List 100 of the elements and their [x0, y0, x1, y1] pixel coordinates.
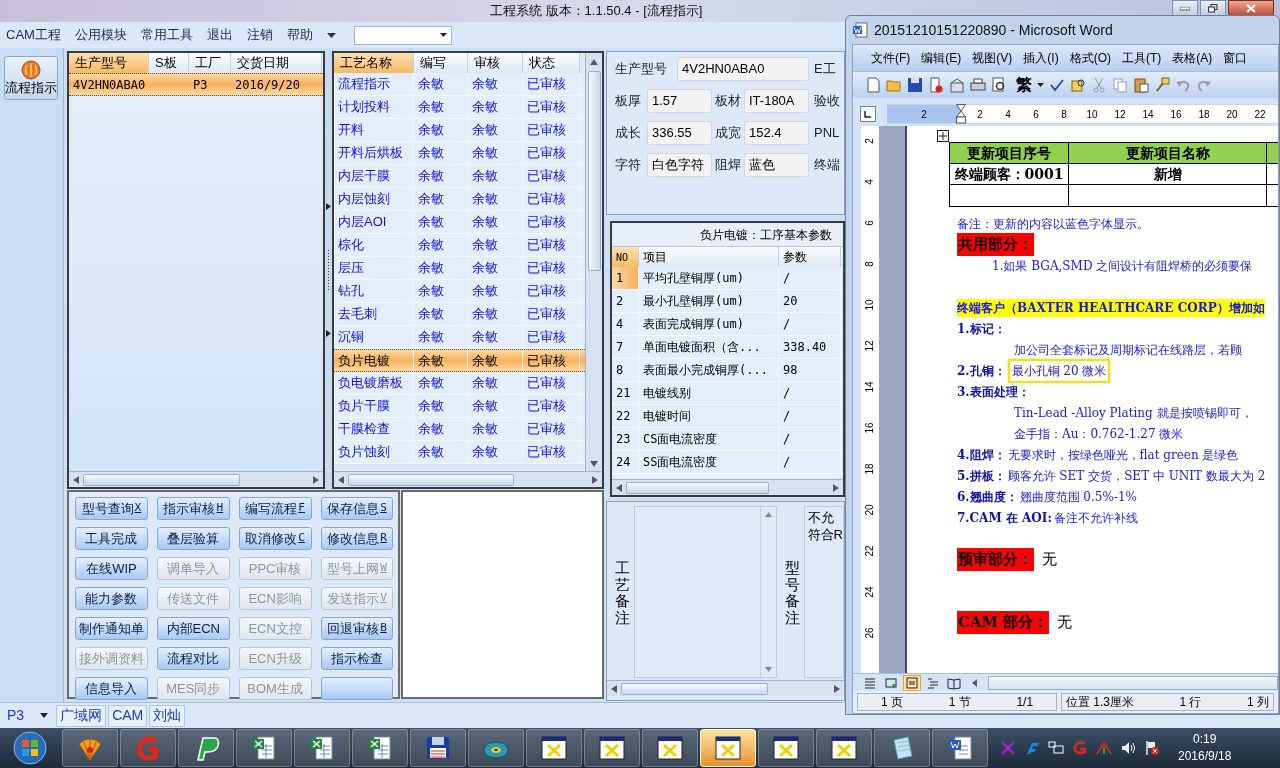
column-header[interactable]: 编写	[414, 53, 468, 73]
table-row[interactable]: 计划投料 余敏 余敏 已审核	[334, 96, 585, 119]
menu-item[interactable]: 格式(O)	[1069, 49, 1111, 67]
text-field[interactable]: 152.4	[744, 121, 809, 145]
section-heading: 共用部分：	[957, 233, 1034, 256]
action-button[interactable]: 内部ECN	[156, 617, 230, 640]
column-header[interactable]: 生产型号	[69, 53, 149, 73]
menu-item[interactable]: 常用工具	[138, 25, 195, 45]
table-cell: 负电镀磨板	[334, 372, 414, 394]
column-header[interactable]: S板	[149, 53, 189, 73]
action-button[interactable]: 制作通知单	[75, 617, 148, 640]
item-label: 2.孔铜：	[957, 362, 1006, 380]
table-cell: 已审核	[523, 73, 580, 95]
row-header[interactable]: 2	[612, 290, 639, 312]
table-cell: 新增	[1069, 164, 1267, 184]
table-row[interactable]: 钻孔 余敏 余敏 已审核	[334, 280, 585, 303]
row-header[interactable]: 21	[612, 382, 639, 404]
column-header[interactable]: 状态	[523, 53, 580, 73]
action-button[interactable]: 回退审核 B	[320, 617, 394, 640]
action-button[interactable]: 修改信息R	[320, 527, 394, 550]
table-row[interactable]: 开料 余敏 余敏 已审核	[334, 119, 585, 142]
status-tab[interactable]: CAM	[108, 704, 148, 727]
horizontal-scrollbar[interactable]	[607, 680, 844, 696]
action-button[interactable]: 在线WIP	[75, 557, 148, 580]
action-button[interactable]: 型号查询X	[75, 497, 148, 520]
menu-item[interactable]: 编辑(E)	[921, 49, 962, 67]
table-row[interactable]: 负片蚀刻 余敏 余敏 已审核	[334, 441, 585, 464]
row-header[interactable]: 22	[612, 405, 639, 427]
menu-item[interactable]: 插入(I)	[1023, 49, 1059, 67]
action-button[interactable]: 指示检查	[320, 647, 394, 670]
taskbar-button[interactable]	[700, 729, 756, 767]
toolbar-text[interactable]: 繁	[1016, 73, 1032, 97]
row-header[interactable]: 1	[612, 267, 639, 289]
text-field[interactable]: 4V2HN0ABA0	[677, 57, 809, 81]
table-row[interactable]: 4V2HN0ABA0 P3 2016/9/20	[69, 73, 323, 96]
column-header[interactable]: 交货日期	[231, 53, 322, 73]
row-header[interactable]: 7	[612, 336, 639, 358]
row-header[interactable]: 23	[612, 428, 639, 450]
action-button[interactable]: 保存信息S	[320, 497, 394, 520]
ruler-number: 18	[1197, 107, 1211, 122]
action-button[interactable]: 编写流程F	[238, 497, 312, 520]
text-field[interactable]: IT-180A	[744, 89, 809, 113]
table-row[interactable]: 内层干膜 余敏 余敏 已审核	[334, 165, 585, 188]
table-row[interactable]: 棕化 余敏 余敏 已审核	[334, 234, 585, 257]
text-field[interactable]: 336.55	[647, 121, 712, 145]
action-button[interactable]: 流程对比	[156, 647, 230, 670]
text-field[interactable]: 蓝色	[744, 153, 809, 177]
status-tab[interactable]: 广域网	[56, 704, 107, 727]
text-field[interactable]: 1.57	[647, 89, 712, 113]
text-field[interactable]: 白色字符	[647, 153, 712, 177]
menu-item[interactable]: 窗口	[1223, 49, 1248, 67]
table-row[interactable]: 内层蚀刻 余敏 余敏 已审核	[334, 188, 585, 211]
row-header[interactable]: 4	[612, 313, 639, 335]
horizontal-scrollbar[interactable]	[334, 471, 602, 487]
move-handle-icon	[937, 130, 949, 142]
menu-item[interactable]: 注销	[244, 25, 275, 45]
action-button[interactable]: 工具完成	[75, 527, 148, 550]
table-row[interactable]: 开料后烘板 余敏 余敏 已审核	[334, 142, 585, 165]
tab-stop-button[interactable]	[860, 106, 876, 122]
menu-item[interactable]: 公用模块	[72, 25, 129, 45]
section-text: 无	[1057, 612, 1073, 634]
status-text: 位置 1.3厘米	[1066, 694, 1134, 711]
text-area[interactable]: 不允 符合R	[803, 506, 844, 678]
menu-item[interactable]: 帮助	[284, 25, 315, 45]
column-header[interactable]: 工厂	[189, 53, 231, 73]
table-row[interactable]: 层压 余敏 余敏 已审核	[334, 257, 585, 280]
table-row[interactable]: 内层AOI 余敏 余敏 已审核	[334, 211, 585, 234]
table-row[interactable]: 负片干膜 余敏 余敏 已审核	[334, 395, 585, 418]
horizontal-scrollbar[interactable]	[988, 675, 1278, 690]
column-header[interactable]: 工艺名称	[334, 53, 414, 73]
column-header[interactable]: NO	[612, 247, 639, 267]
item-text: 无要求时，按绿色哑光，flat green 是绿色	[1007, 446, 1239, 464]
action-button[interactable]: 叠层验算	[156, 527, 230, 550]
row-header[interactable]: 8	[612, 359, 639, 381]
action-button[interactable]: 指示审核 H	[156, 497, 230, 520]
action-button[interactable]: 信息导入	[75, 677, 148, 700]
menu-item[interactable]: 工具(T)	[1122, 49, 1162, 67]
horizontal-scrollbar[interactable]	[69, 471, 323, 487]
table-cell: 余敏	[468, 165, 523, 187]
menu-item[interactable]: CAM工程	[4, 25, 63, 45]
action-button[interactable]: 取消修改 C	[238, 527, 312, 550]
table-row[interactable]: 沉铜 余敏 余敏 已审核	[334, 326, 585, 349]
table-row[interactable]: 负片电镀 余敏 余敏 已审核	[334, 349, 585, 372]
table-row[interactable]: 去毛刺 余敏 余敏 已审核	[334, 303, 585, 326]
table-cell: 开料	[334, 119, 414, 141]
table-row[interactable]: 负电镀磨板 余敏 余敏 已审核	[334, 372, 585, 395]
table-row[interactable]: 干膜检查 余敏 余敏 已审核	[334, 418, 585, 441]
column-header[interactable]: 审核	[468, 53, 523, 73]
table-row[interactable]: 流程指示 余敏 余敏 已审核	[334, 73, 585, 96]
menu-item[interactable]: 退出	[204, 25, 235, 45]
row-header[interactable]: 24	[612, 451, 639, 473]
horizontal-scrollbar[interactable]	[612, 479, 843, 495]
menu-item[interactable]: 表格(A)	[1172, 49, 1213, 67]
status-tab[interactable]: 刘灿	[149, 704, 186, 727]
menu-item[interactable]: 视图(V)	[972, 49, 1013, 67]
process-button[interactable]: 流程指示	[4, 56, 58, 100]
ruler-number: 12	[1113, 107, 1127, 122]
action-button[interactable]: 能力参数	[75, 587, 148, 610]
menu-item[interactable]: 文件(F)	[871, 49, 911, 67]
vertical-scrollbar[interactable]	[585, 53, 602, 471]
